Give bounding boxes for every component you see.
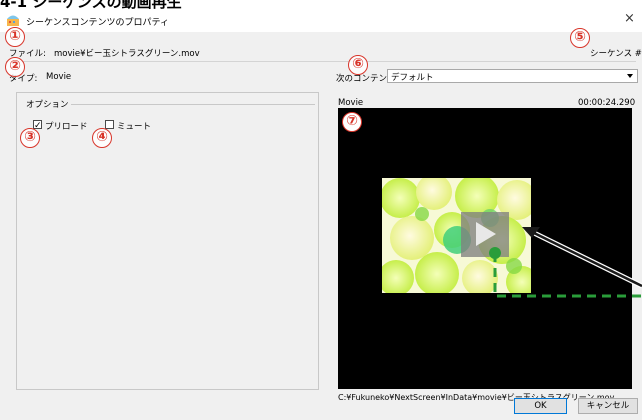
window-title: シーケンスコンテンツのプロパティ <box>26 18 170 28</box>
chevron-down-icon <box>627 74 633 78</box>
preview-duration: 00:00:24.290 <box>578 98 636 108</box>
callout-3: ③ <box>20 128 40 148</box>
header-divider <box>6 61 636 62</box>
mute-label: ミュート <box>117 122 152 132</box>
mute-checkbox[interactable] <box>105 120 114 129</box>
ok-button[interactable]: OK <box>514 398 567 414</box>
callout-1: ① <box>5 27 25 47</box>
play-icon <box>476 222 496 246</box>
close-icon[interactable]: × <box>624 12 635 26</box>
preload-label: プリロード <box>45 122 88 132</box>
video-file-path: C:¥Fukuneko¥NextScreen¥InData¥movie¥ビー玉シ… <box>338 393 615 402</box>
options-groupbox <box>16 92 319 390</box>
preview-kind-label: Movie <box>338 98 364 108</box>
type-value: Movie <box>46 72 72 82</box>
callout-7: ⑦ <box>342 112 362 132</box>
callout-2: ② <box>5 57 25 77</box>
options-group-rule <box>68 104 315 105</box>
app-sequence-icon <box>7 15 19 26</box>
callout-6: ⑥ <box>348 55 368 75</box>
cancel-button[interactable]: キャンセル <box>578 398 638 414</box>
next-content-value: デフォルト <box>391 73 434 83</box>
callout-5: ⑤ <box>570 28 590 48</box>
file-name: movie¥ビー玉シトラスグリーン.mov <box>54 49 200 59</box>
options-legend: オプション <box>24 98 71 110</box>
preload-checkbox[interactable]: ✓ <box>33 120 42 131</box>
callout-4: ④ <box>92 128 112 148</box>
page-heading-strip: 4-1 シーケンスの動画再生 <box>0 0 642 10</box>
sequence-number-label: シーケンス #2 <box>590 49 642 59</box>
next-content-dropdown[interactable]: デフォルト <box>387 69 638 83</box>
page-heading: 4-1 シーケンスの動画再生 <box>0 0 182 10</box>
